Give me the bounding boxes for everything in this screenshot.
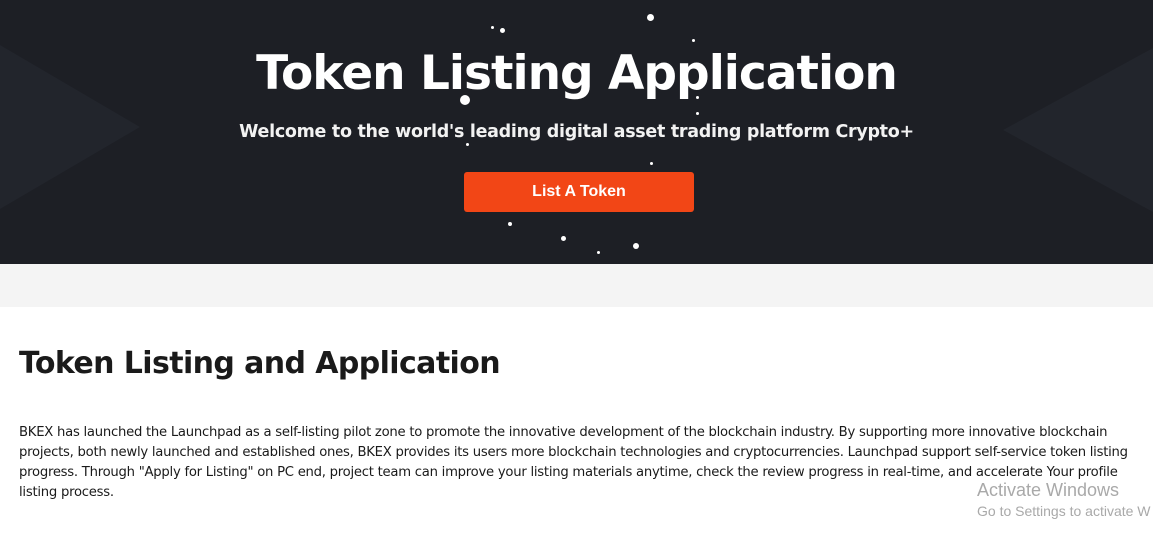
star-dot bbox=[647, 14, 654, 21]
hero-subtitle: Welcome to the world's leading digital a… bbox=[239, 122, 914, 142]
star-dot bbox=[692, 39, 695, 42]
page: Token Listing Application Welcome to the… bbox=[0, 0, 1153, 538]
star-dot bbox=[561, 236, 566, 241]
hero-title: Token Listing Application bbox=[256, 46, 898, 101]
star-dot bbox=[508, 222, 512, 226]
list-token-button[interactable]: List A Token bbox=[464, 172, 694, 212]
star-dot bbox=[597, 251, 600, 254]
section-title: Token Listing and Application bbox=[19, 346, 501, 381]
section-description: BKEX has launched the Launchpad as a sel… bbox=[19, 425, 1128, 500]
star-dot bbox=[491, 26, 494, 29]
star-dot bbox=[650, 162, 653, 165]
star-dot bbox=[696, 112, 699, 115]
star-dot bbox=[466, 143, 469, 146]
section-divider-band bbox=[0, 264, 1153, 307]
hero-banner: Token Listing Application Welcome to the… bbox=[0, 0, 1153, 264]
star-dot bbox=[500, 28, 505, 33]
star-dot bbox=[633, 243, 639, 249]
windows-activation-title: Activate Windows bbox=[977, 480, 1120, 500]
windows-activation-subtitle: Go to Settings to activate W bbox=[977, 503, 1151, 519]
